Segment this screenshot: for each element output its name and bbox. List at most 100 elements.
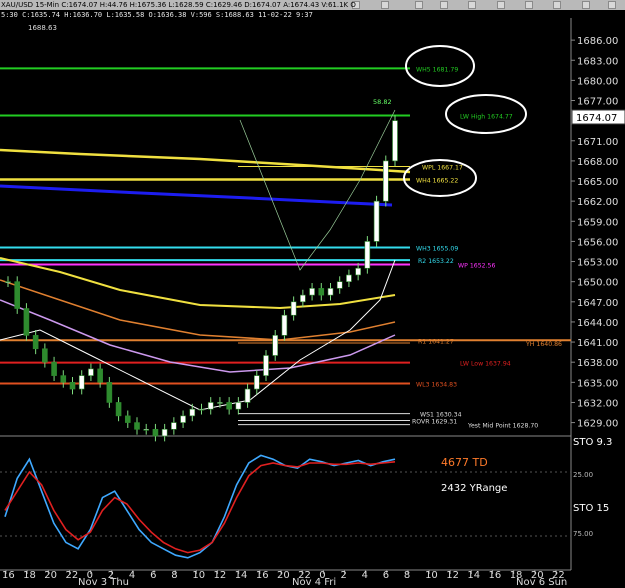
price-tick-label: 1638.00 xyxy=(577,358,618,369)
top-price-label: 1688.63 xyxy=(28,24,57,32)
candle-body xyxy=(346,274,352,282)
price-tick-label: 1635.00 xyxy=(577,378,618,389)
last-price-label: 1674.07 xyxy=(576,113,617,124)
candle-body xyxy=(106,382,113,403)
candle-body xyxy=(5,281,11,283)
moving-average-line xyxy=(0,184,393,207)
price-tick-label: 1686.00 xyxy=(577,36,618,47)
stochastic-line xyxy=(4,454,396,559)
level-label: LW High 1674.77 xyxy=(460,113,513,120)
stochastic-label: STO 15 xyxy=(573,503,609,514)
level-lines: WH5 1681.79 LW High 1674.77 WPL 1667.17 WH4… xyxy=(0,66,571,430)
candle-body xyxy=(14,281,21,309)
candle-body xyxy=(364,241,371,269)
candle-body xyxy=(244,388,251,403)
level-label: R2 1653.22 xyxy=(418,258,454,265)
level-label: WH4 1665.22 xyxy=(416,178,458,185)
candle-body xyxy=(207,402,214,410)
candle-body xyxy=(198,408,205,411)
level-label: R1 1641.27 xyxy=(418,338,454,345)
yrange-text: 2432 YRange xyxy=(441,483,507,494)
price-tick-label: 1629.00 xyxy=(577,419,618,430)
annotation-label: 58.82 xyxy=(373,98,392,106)
stochastic-tick-label: 75.00 xyxy=(573,530,593,538)
candle-body xyxy=(392,120,398,162)
candles xyxy=(5,115,398,442)
level-label: WP 1652.56 xyxy=(458,263,495,270)
price-tick-label: 1671.00 xyxy=(577,137,618,148)
day-label: Nov 6 Sun xyxy=(516,577,567,588)
candle-body xyxy=(309,288,315,296)
candle-body xyxy=(69,382,76,390)
time-tick-label: 4 xyxy=(362,570,368,581)
price-tick-label: 1650.00 xyxy=(577,278,618,289)
price-tick-label: 1665.00 xyxy=(577,177,618,188)
candle-body xyxy=(373,200,380,242)
candle-body xyxy=(189,408,196,417)
candle-body xyxy=(32,335,39,350)
time-tick-label: 8 xyxy=(404,570,410,581)
level-label: YH 1640.86 xyxy=(525,341,562,348)
level-label: WH3 1655.09 xyxy=(416,246,458,253)
moving-average-line xyxy=(0,299,396,373)
time-tick-label: 10 xyxy=(425,570,438,581)
candle-body xyxy=(161,428,168,437)
price-chart: XAU/USD 15-Min C:1674.07 H:44.76 H:1675.… xyxy=(0,1,625,588)
candle-body xyxy=(290,301,297,316)
time-tick-label: 12 xyxy=(446,570,459,581)
candle-body xyxy=(23,308,30,336)
time-tick-label: 16 xyxy=(2,570,15,581)
time-tick-label: 6 xyxy=(383,570,389,581)
level-label: WL3 1634.83 xyxy=(416,381,457,388)
moving-average-line xyxy=(0,279,396,341)
time-tick-label: 12 xyxy=(214,570,227,581)
candle-body xyxy=(253,375,260,390)
candle-body xyxy=(327,288,334,296)
candle-body xyxy=(143,428,150,431)
day-label: Nov 4 Fri xyxy=(292,577,336,588)
price-axis: 1629.00 1632.00 1635.00 1638.00 1641.00 1644.… xyxy=(571,36,618,430)
candle-body xyxy=(336,281,343,289)
price-tick-label: 1653.00 xyxy=(577,258,618,269)
level-label: LW Low 1637.94 xyxy=(460,361,511,368)
level-label: WPL 1667.17 xyxy=(422,164,463,171)
candle-body xyxy=(355,267,361,276)
stochastic-panel xyxy=(0,454,571,559)
candle-body xyxy=(281,314,288,336)
time-tick-label: 18 xyxy=(23,570,36,581)
time-tick-label: 20 xyxy=(277,570,290,581)
price-tick-label: 1641.00 xyxy=(577,338,618,349)
candle-body xyxy=(115,402,122,417)
candle-body xyxy=(318,288,325,296)
time-tick-label: 20 xyxy=(44,570,57,581)
time-tick-label: 22 xyxy=(65,570,78,581)
candle-body xyxy=(272,335,279,356)
candle-body xyxy=(235,402,242,410)
candle-body xyxy=(42,348,48,363)
candle-body xyxy=(88,368,94,376)
time-tick-label: 2 xyxy=(340,570,346,581)
price-tick-label: 1662.00 xyxy=(577,197,618,208)
ohlc-readout: 5:30 C:1635.74 H:1636.70 L:1635.58 O:163… xyxy=(1,11,313,19)
price-tick-label: 1632.00 xyxy=(577,398,618,409)
candle-body xyxy=(382,160,389,202)
candle-body xyxy=(217,402,223,404)
time-tick-label: 16 xyxy=(256,570,269,581)
time-tick-label: 10 xyxy=(192,570,205,581)
candle-body xyxy=(226,402,232,410)
candle-body xyxy=(51,361,57,376)
moving-average-line xyxy=(0,148,411,174)
level-label: Yest Mid Point 1628.70 xyxy=(467,423,538,430)
candle-body xyxy=(97,368,103,383)
time-tick-label: 14 xyxy=(467,570,480,581)
price-tick-label: 1644.00 xyxy=(577,318,618,329)
candle-body xyxy=(180,415,186,423)
time-tick-label: 6 xyxy=(150,570,156,581)
price-tick-label: 1647.00 xyxy=(577,298,618,309)
moving-average-line xyxy=(239,109,396,271)
candle-body xyxy=(263,355,269,376)
price-tick-label: 1677.00 xyxy=(577,97,618,108)
price-tick-label: 1656.00 xyxy=(577,237,618,248)
price-tick-label: 1680.00 xyxy=(577,76,618,87)
time-tick-label: 8 xyxy=(171,570,177,581)
